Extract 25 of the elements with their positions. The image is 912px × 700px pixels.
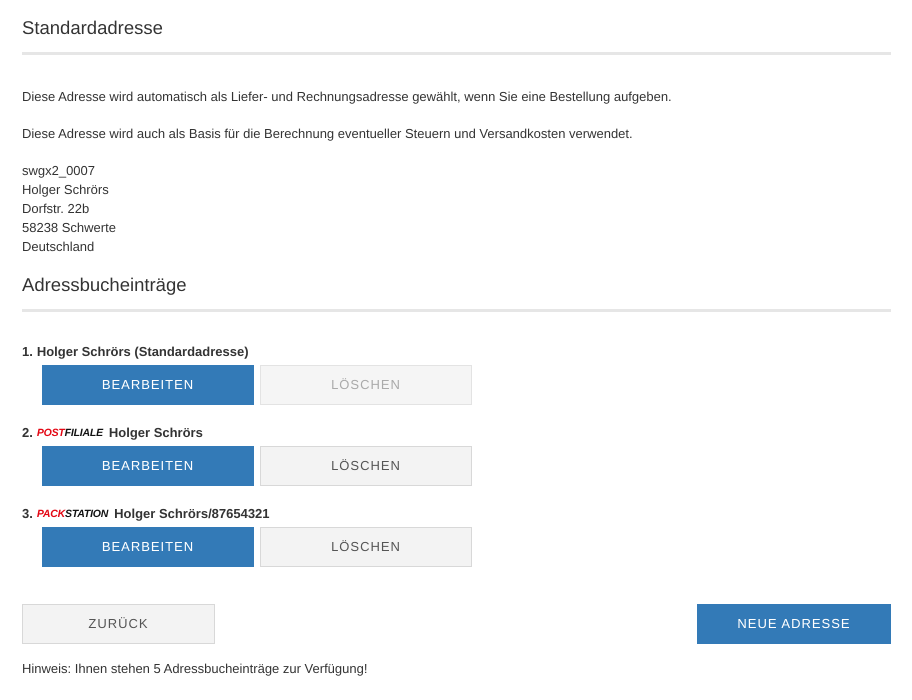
hint-text: Hinweis: Ihnen stehen 5 Adressbucheinträge zur Verfügung! [22, 660, 368, 678]
delete-button[interactable]: LÖSCHEN [260, 527, 472, 567]
section-heading: Adressbucheinträge [22, 273, 891, 312]
address-line: Deutschland [22, 239, 94, 254]
edit-button[interactable]: BEARBEITEN [42, 446, 254, 486]
address-line: Dorfstr. 22b [22, 201, 90, 216]
entry-number: 1. [22, 343, 33, 361]
new-address-button[interactable]: NEUE ADRESSE [697, 604, 891, 644]
delete-button[interactable]: LÖSCHEN [260, 446, 472, 486]
address-line: 58238 Schwerte [22, 220, 116, 235]
entry-number: 2. [22, 424, 33, 442]
entry-name: Holger Schrörs/87654321 [114, 505, 270, 523]
entry-name: Holger Schrörs (Standardadresse) [36, 343, 249, 361]
address-line: swgx2_0007 [22, 163, 95, 178]
address-line: Holger Schrörs [22, 182, 109, 197]
info-text: Diese Adresse wird auch als Basis für die Berechnung eventueller Steuern und Versandkosten verwendet. [22, 125, 634, 143]
edit-button[interactable]: BEARBEITEN [42, 527, 254, 567]
back-button[interactable]: ZURÜCK [22, 604, 215, 644]
info-text: Diese Adresse wird automatisch als Liefer- und Rechnungsadresse gewählt, wenn Sie eine Bestellung aufgeben. [22, 88, 673, 106]
edit-button[interactable]: BEARBEITEN [42, 365, 254, 405]
service-logo: POSTFILIALE [36, 426, 104, 438]
entry-number: 3. [22, 505, 33, 523]
service-logo: PACKSTATION [36, 508, 110, 520]
entry-name: Holger Schrörs [108, 424, 203, 442]
section-heading: Standardadresse [22, 16, 891, 55]
